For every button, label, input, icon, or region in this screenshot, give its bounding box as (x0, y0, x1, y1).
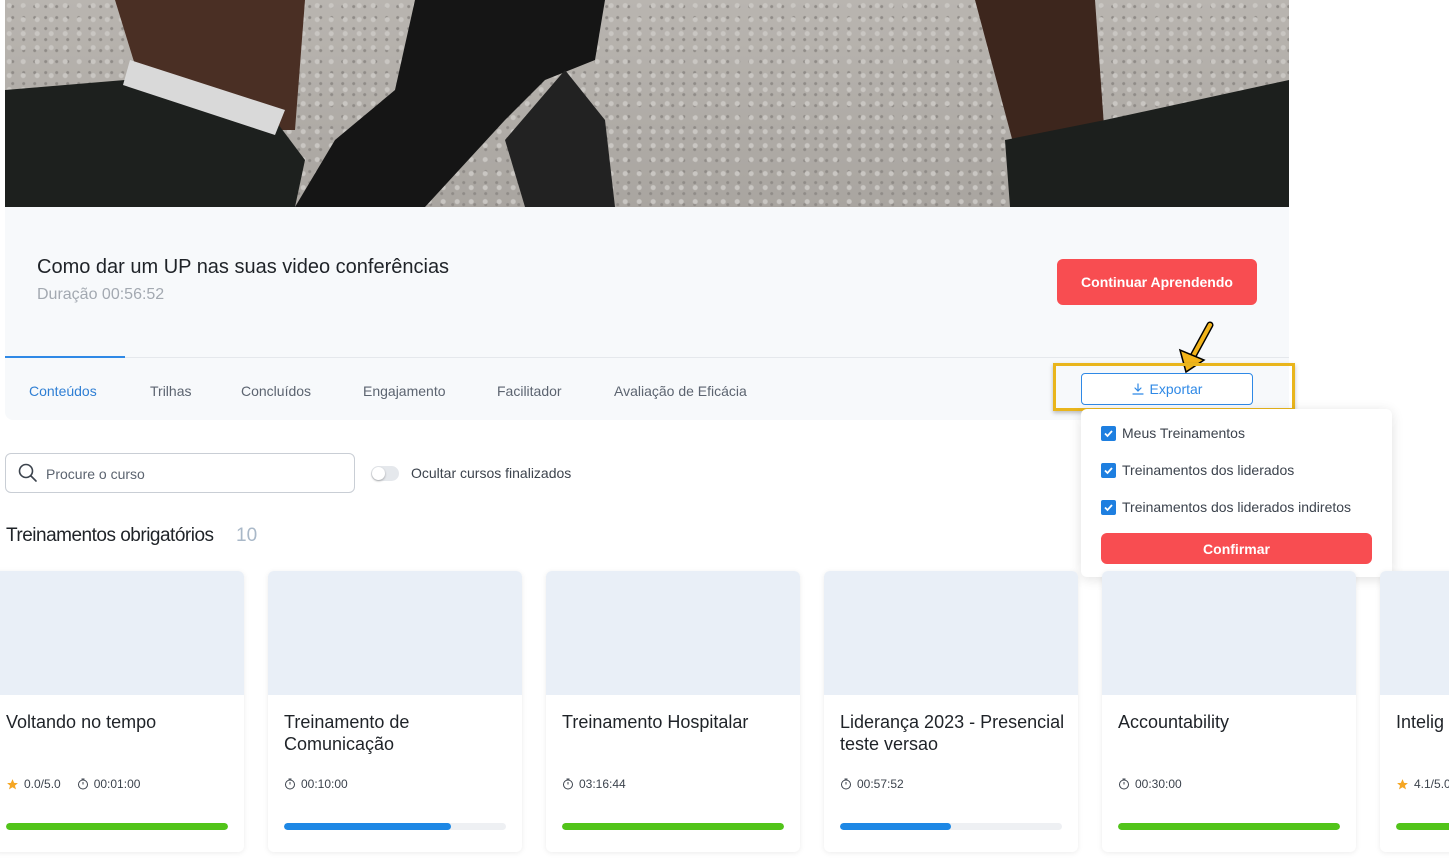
star-icon (1397, 778, 1408, 789)
course-progress-bar (284, 823, 506, 830)
search-icon (18, 463, 37, 482)
tab-conteudos[interactable]: Conteúdos (29, 383, 97, 399)
course-rating-value: 4.1/5.0 (1414, 777, 1449, 791)
course-duration-value: 00:10:00 (301, 777, 348, 791)
tab-avaliacao-eficacia[interactable]: Avaliação de Eficácia (614, 383, 747, 399)
course-duration-meta: 00:10:00 (284, 777, 348, 791)
course-card-title: Treinamento Hospitalar (562, 712, 749, 732)
export-option-label: Treinamentos dos liderados indiretos (1122, 499, 1352, 515)
export-dropdown: Meus Treinamentos Treinamentos dos lider… (1081, 409, 1392, 577)
course-title: Como dar um UP nas suas video conferênci… (37, 256, 450, 278)
course-card-title: Accountability (1118, 712, 1230, 732)
course-card-title: Treinamento de Comunicação (284, 712, 410, 754)
course-progress-bar (1396, 823, 1449, 830)
export-option-liderados-indiretos[interactable]: Treinamentos dos liderados indiretos (1101, 499, 1351, 515)
export-option-label: Meus Treinamentos (1122, 425, 1245, 441)
course-thumbnail (1102, 571, 1356, 695)
course-progress-bar (562, 823, 784, 830)
course-hero-image (5, 0, 1289, 207)
export-button-label: Exportar (1149, 381, 1203, 397)
course-duration: Duração 00:56:52 (37, 286, 165, 303)
active-tab-indicator (5, 356, 125, 358)
course-duration-meta: 00:01:00 (77, 777, 141, 791)
app-root: Como dar um UP nas suas video conferênci… (0, 0, 1449, 867)
star-icon (7, 778, 18, 789)
tab-trilhas[interactable]: Trilhas (150, 383, 192, 399)
export-button[interactable]: Exportar (1081, 373, 1253, 405)
confirm-export-button[interactable]: Confirmar (1101, 533, 1372, 564)
tab-concluidos[interactable]: Concluídos (241, 383, 311, 399)
course-duration-value: 03:16:44 (579, 777, 626, 791)
export-option-label: Treinamentos dos liderados (1122, 462, 1295, 478)
stopwatch-icon (285, 778, 295, 790)
course-progress-bar (6, 823, 228, 830)
course-card[interactable]: Treinamento Hospitalar 03:16:44 (546, 571, 800, 852)
course-card[interactable]: Intelig 4.1/5.0 (1380, 571, 1449, 852)
course-thumbnail (824, 571, 1078, 695)
course-progress-bar (840, 823, 1062, 830)
checkbox-checked-icon[interactable] (1101, 462, 1116, 478)
course-progress-fill (1118, 823, 1340, 830)
stopwatch-icon (563, 778, 573, 790)
course-card[interactable]: Accountability 00:30:00 (1102, 571, 1356, 852)
course-duration-meta: 00:30:00 (1118, 777, 1182, 791)
course-progress-fill (840, 823, 951, 830)
course-thumbnail (546, 571, 800, 695)
search-input[interactable] (46, 462, 336, 486)
course-progress-fill (1396, 823, 1449, 830)
export-option-meus-treinamentos[interactable]: Meus Treinamentos (1101, 425, 1245, 441)
course-duration-value: 00:30:00 (1135, 777, 1182, 791)
download-icon (1131, 383, 1144, 395)
checkbox-checked-icon[interactable] (1101, 425, 1116, 441)
section-count: 10 (236, 525, 258, 546)
course-card-meta: 00:30:00 (1118, 777, 1182, 791)
hide-finished-label: Ocultar cursos finalizados (411, 465, 572, 481)
course-card[interactable]: Voltando no tempo 0.0/5.0 00:01:00 (0, 571, 244, 852)
section-title: Treinamentos obrigatórios (6, 525, 214, 546)
course-progress-bar (1118, 823, 1340, 830)
stopwatch-icon (77, 778, 88, 790)
course-card-title: Intelig (1396, 712, 1445, 732)
course-rating: 4.1/5.0 (1396, 777, 1449, 791)
course-duration-meta: 00:57:52 (840, 777, 904, 791)
course-card-meta: 0.0/5.0 00:01:00 (6, 777, 140, 791)
course-rating: 0.0/5.0 (6, 777, 61, 791)
course-rating-value: 0.0/5.0 (24, 777, 61, 791)
course-card[interactable]: Liderança 2023 - Presencial teste versao… (824, 571, 1078, 852)
course-card-meta: 00:57:52 (840, 777, 904, 791)
course-progress-fill (562, 823, 784, 830)
stopwatch-icon (1119, 778, 1129, 790)
export-option-liderados[interactable]: Treinamentos dos liderados (1101, 462, 1294, 478)
course-duration-value: 00:57:52 (857, 777, 904, 791)
tab-engajamento[interactable]: Engajamento (363, 383, 446, 399)
course-card-meta: 4.1/5.0 (1396, 777, 1449, 791)
continue-learning-button[interactable]: Continuar Aprendendo (1057, 259, 1257, 305)
course-card-meta: 03:16:44 (562, 777, 626, 791)
course-card-meta: 00:10:00 (284, 777, 348, 791)
course-progress-fill (6, 823, 228, 830)
hide-finished-toggle[interactable] (371, 466, 399, 481)
course-thumbnail (268, 571, 522, 695)
course-duration-meta: 03:16:44 (562, 777, 626, 791)
tabs-divider (5, 357, 1289, 358)
course-card-title: Liderança 2023 - Presencial teste versao (840, 712, 1065, 754)
course-card-title: Voltando no tempo (6, 712, 157, 732)
tab-facilitador[interactable]: Facilitador (497, 383, 562, 399)
course-duration-value: 00:01:00 (93, 777, 141, 791)
course-progress-fill (284, 823, 451, 830)
course-card[interactable]: Treinamento de Comunicação 00:10:00 (268, 571, 522, 852)
course-search-box (5, 453, 355, 493)
course-thumbnail (1380, 571, 1449, 695)
course-thumbnail (0, 571, 244, 695)
checkbox-checked-icon[interactable] (1101, 499, 1116, 515)
stopwatch-icon (841, 778, 851, 790)
